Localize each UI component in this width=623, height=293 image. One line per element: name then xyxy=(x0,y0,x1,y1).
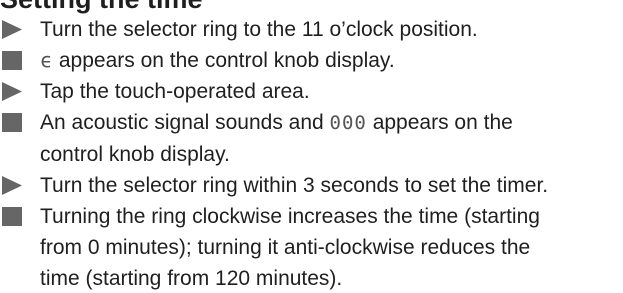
action-step: Tap the touch-operated area. xyxy=(0,76,623,107)
result-step: Turning the ring clockwise increases the… xyxy=(0,201,623,232)
result-step: ϵ appears on the control knob display. xyxy=(0,45,623,76)
filled-square-icon xyxy=(2,207,22,226)
step-text: Turning the ring clockwise increases the… xyxy=(40,205,540,228)
step-text: appears on the xyxy=(366,111,513,134)
step-text: Tap the touch-operated area. xyxy=(40,80,310,103)
action-step: Turn the selector ring to the 11 o’clock… xyxy=(0,14,623,45)
step-text: from 0 minutes); turning it anti-clockwi… xyxy=(40,236,531,259)
filled-square-icon xyxy=(2,113,22,132)
result-step-continuation: from 0 minutes); turning it anti-clockwi… xyxy=(0,232,623,263)
step-text: Turn the selector ring to the 11 o’clock… xyxy=(40,18,478,41)
display-symbol: ϵ xyxy=(40,48,54,72)
filled-square-icon xyxy=(2,51,22,70)
result-step-continuation: time (starting from 120 minutes). xyxy=(0,263,623,293)
step-text: control knob display. xyxy=(40,143,230,166)
result-step: An acoustic signal sounds and 000 appear… xyxy=(0,107,623,139)
play-triangle-icon xyxy=(2,82,22,101)
section-heading: Setting the time xyxy=(0,0,203,14)
action-step: Turn the selector ring within 3 seconds … xyxy=(0,170,623,201)
instruction-list: Turn the selector ring to the 11 o’clock… xyxy=(0,14,623,293)
display-symbol: 000 xyxy=(329,112,367,134)
play-triangle-icon xyxy=(2,20,22,39)
step-text: time (starting from 120 minutes). xyxy=(40,267,343,290)
step-text: Turn the selector ring within 3 seconds … xyxy=(40,174,549,197)
step-text: appears on the control knob display. xyxy=(53,49,395,72)
result-step-continuation: control knob display. xyxy=(0,139,623,170)
step-text: An acoustic signal sounds and xyxy=(40,111,330,134)
manual-page: Setting the time Turn the selector ring … xyxy=(0,0,623,293)
play-triangle-icon xyxy=(2,176,22,195)
